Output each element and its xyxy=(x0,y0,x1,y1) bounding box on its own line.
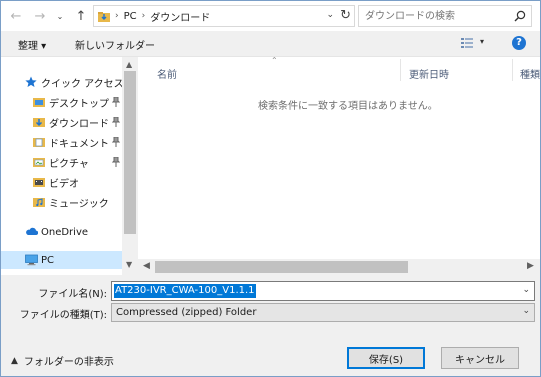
download-folder-icon xyxy=(98,11,110,22)
navigation-pane: クイック アクセス デスクトップ ダウンロード ドキュメント ピクチャ ビデオ … xyxy=(1,57,138,275)
view-dropdown-icon[interactable]: ▾ xyxy=(480,37,484,46)
sidebar-item-desktop[interactable]: デスクトップ xyxy=(33,93,123,111)
column-header-name[interactable]: 名前 xyxy=(157,66,177,81)
search-icon[interactable] xyxy=(514,10,526,22)
refresh-icon[interactable]: ↻ xyxy=(340,8,351,23)
sidebar-item-label: ビデオ xyxy=(49,178,79,190)
filename-value[interactable]: AT230-IVR_CWA-100_V1.1.1 xyxy=(114,284,256,298)
filename-field[interactable]: AT230-IVR_CWA-100_V1.1.1 ⌄ xyxy=(111,281,535,301)
forward-arrow-icon[interactable]: → xyxy=(31,7,49,25)
sidebar-item-onedrive[interactable]: OneDrive xyxy=(25,223,88,241)
sidebar-item-documents[interactable]: ドキュメント xyxy=(33,133,123,151)
sidebar-item-label: ドキュメント xyxy=(49,138,109,150)
file-list-scrollbar[interactable]: ◀ ▶ xyxy=(138,259,540,275)
pin-icon xyxy=(111,136,121,147)
column-header-modified[interactable]: 更新日時 xyxy=(409,66,449,81)
chevron-up-icon: ▲ xyxy=(11,355,18,366)
column-divider[interactable] xyxy=(512,59,513,81)
address-bar[interactable]: › PC › ダウンロード ⌄ ↻ xyxy=(93,5,355,27)
chevron-down-icon[interactable]: ⌄ xyxy=(522,306,530,316)
breadcrumb-pc[interactable]: PC xyxy=(124,11,137,22)
sidebar-item-label: ピクチャ xyxy=(49,158,89,170)
main-area: クイック アクセス デスクトップ ダウンロード ドキュメント ピクチャ ビデオ … xyxy=(1,56,540,275)
scroll-down-arrow-icon[interactable]: ▼ xyxy=(126,260,132,269)
search-box[interactable] xyxy=(358,5,532,27)
save-button[interactable]: 保存(S) xyxy=(347,347,425,369)
cancel-button[interactable]: キャンセル xyxy=(441,347,519,369)
column-header-type[interactable]: 種類 xyxy=(520,66,540,81)
column-divider[interactable] xyxy=(400,59,401,81)
sidebar-item-label: クイック アクセス xyxy=(41,78,124,90)
sidebar-item-videos[interactable]: ビデオ xyxy=(33,173,123,191)
sidebar-item-label: OneDrive xyxy=(41,226,89,238)
scroll-up-arrow-icon[interactable]: ▲ xyxy=(126,60,132,69)
breadcrumb-downloads[interactable]: ダウンロード xyxy=(150,9,210,24)
download-folder-icon xyxy=(33,116,45,128)
videos-folder-icon xyxy=(33,176,45,188)
documents-folder-icon xyxy=(33,136,45,148)
sidebar-item-pc[interactable]: PC xyxy=(1,251,122,269)
sidebar-item-pictures[interactable]: ピクチャ xyxy=(33,153,123,171)
pin-icon xyxy=(111,96,121,107)
scrollbar-thumb[interactable] xyxy=(124,71,136,234)
pc-icon xyxy=(25,254,38,266)
sidebar-scrollbar[interactable]: ▲ ▼ xyxy=(122,57,138,275)
scroll-left-arrow-icon[interactable]: ◀ xyxy=(143,261,150,271)
breadcrumb-separator-icon: › xyxy=(141,11,146,21)
search-input[interactable] xyxy=(359,6,504,26)
pin-icon xyxy=(111,156,121,167)
hide-folders-toggle[interactable]: ▲ フォルダーの非表示 xyxy=(11,353,114,369)
breadcrumb-separator-icon: › xyxy=(115,11,119,21)
up-arrow-icon[interactable]: ↑ xyxy=(72,7,90,25)
file-list: ⌃ 名前 更新日時 種類 検索条件に一致する項目はありません。 ◀ ▶ xyxy=(138,56,540,275)
recent-locations-icon[interactable]: ⌄ xyxy=(51,7,69,25)
new-folder-button[interactable]: 新しいフォルダー xyxy=(75,37,155,52)
hide-folders-label: フォルダーの非表示 xyxy=(23,357,114,368)
save-dialog: ← → ⌄ ↑ › PC › ダウンロード ⌄ ↻ 整理 ▾ 新しいフォルダー xyxy=(0,0,541,377)
sidebar-item-label: ダウンロード xyxy=(49,118,109,130)
sort-arrow-icon: ⌃ xyxy=(271,56,278,65)
sidebar-item-label: ミュージック xyxy=(49,198,109,210)
filename-label: ファイル名(N): xyxy=(38,289,107,300)
pictures-folder-icon xyxy=(33,156,45,168)
star-icon xyxy=(25,76,37,88)
view-options-icon[interactable] xyxy=(461,37,473,49)
pin-icon xyxy=(111,116,121,127)
toolbar: 整理 ▾ 新しいフォルダー ▾ ? xyxy=(1,31,540,56)
sidebar-item-label: デスクトップ xyxy=(49,98,109,110)
scroll-right-arrow-icon[interactable]: ▶ xyxy=(527,261,534,271)
desktop-folder-icon xyxy=(33,96,45,108)
chevron-down-icon[interactable]: ⌄ xyxy=(522,285,530,295)
sidebar-item-downloads[interactable]: ダウンロード xyxy=(33,113,123,131)
filetype-value: Compressed (zipped) Folder xyxy=(116,307,257,318)
sidebar-item-music[interactable]: ミュージック xyxy=(33,193,123,211)
address-dropdown-icon[interactable]: ⌄ xyxy=(326,10,334,20)
sidebar-item-quick-access[interactable]: クイック アクセス xyxy=(25,73,124,91)
empty-list-message: 検索条件に一致する項目はありません。 xyxy=(258,101,438,112)
address-row: ← → ⌄ ↑ › PC › ダウンロード ⌄ ↻ xyxy=(1,1,540,31)
back-arrow-icon[interactable]: ← xyxy=(7,7,25,25)
organize-button[interactable]: 整理 ▾ xyxy=(18,37,46,52)
sidebar-item-label: PC xyxy=(41,254,55,266)
music-folder-icon xyxy=(33,196,45,208)
cloud-icon xyxy=(25,226,39,238)
help-icon[interactable]: ? xyxy=(512,36,526,50)
scrollbar-thumb[interactable] xyxy=(155,261,408,273)
filetype-select[interactable]: Compressed (zipped) Folder ⌄ xyxy=(111,303,535,322)
filetype-label: ファイルの種類(T): xyxy=(19,310,107,321)
